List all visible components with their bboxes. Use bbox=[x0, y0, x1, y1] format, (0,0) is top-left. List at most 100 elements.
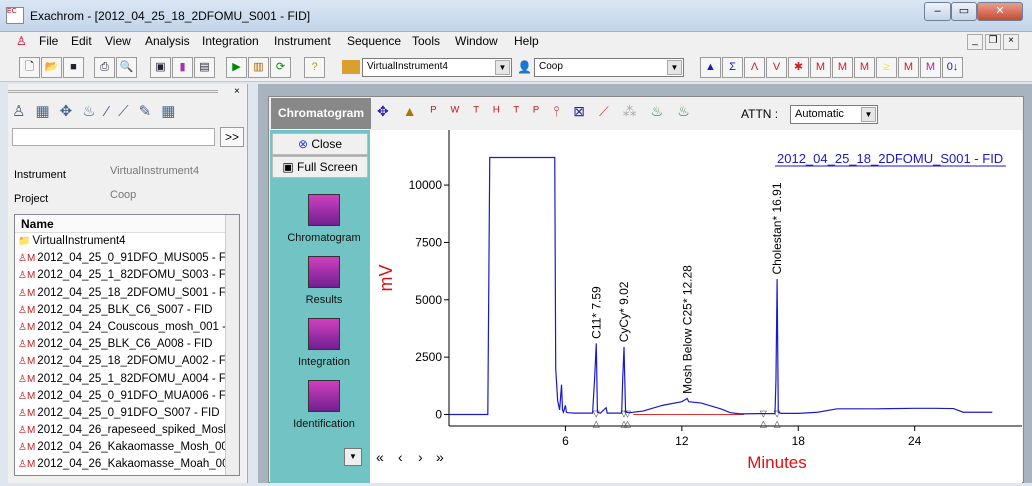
layout2-icon[interactable]: ▮ bbox=[172, 57, 193, 78]
peak-m3-icon[interactable]: M bbox=[854, 57, 875, 78]
user-icon: 👤 bbox=[517, 60, 532, 74]
nav-first-button[interactable]: « bbox=[376, 449, 384, 465]
chromatogram-file-icon: ♙M bbox=[18, 253, 36, 265]
list-item[interactable]: ♙M 2012_04_25_0_91DFO_MUA006 - FID bbox=[15, 388, 239, 405]
layout3-icon[interactable]: ▤ bbox=[194, 57, 215, 78]
mdi-close-button[interactable]: × bbox=[1003, 34, 1019, 50]
open-icon[interactable]: 📂 bbox=[41, 57, 62, 78]
run-icon[interactable]: ▶ bbox=[226, 57, 247, 78]
instrument-field[interactable]: VirtualInstrument4 bbox=[88, 162, 243, 181]
mdi-minimize-button[interactable]: _ bbox=[967, 34, 983, 50]
peak-label: C11* 7.59 bbox=[589, 286, 603, 339]
user-select[interactable]: Coop ▼ bbox=[534, 58, 684, 77]
list-item[interactable]: ♙M 2012_04_25_18_2DFOMU_S001 - FID bbox=[15, 285, 239, 302]
mdi-restore-button[interactable]: ❐ bbox=[985, 34, 1001, 50]
file-list[interactable]: Name 📁 VirtualInstrument4 ♙M 2012_04_25_0_9… bbox=[14, 214, 240, 476]
instrument-select[interactable]: VirtualInstrument4 ▼ bbox=[362, 58, 512, 77]
chromatogram-chart[interactable]: 6 12 18 24025005000750010000MinutesmV▽△▽△▽△… bbox=[370, 130, 1022, 483]
sum-icon[interactable]: Σ bbox=[722, 57, 743, 78]
baseline-icon[interactable]: ≥ bbox=[876, 57, 897, 78]
list-item[interactable]: ♙M 2012_04_25_BLK_C6_S007 - FID bbox=[15, 302, 239, 319]
list-item[interactable]: ♙M 2012_04_25_0_91DFO_MUS005 - FID bbox=[15, 250, 239, 267]
menu-bar: ♙ File Edit View Analysis Integration In… bbox=[0, 32, 1032, 52]
window-title: Exachrom - [2012_04_25_18_2DFOMU_S001 - … bbox=[30, 9, 311, 23]
report-icon[interactable]: ▥ bbox=[248, 57, 269, 78]
refresh-icon[interactable]: ⟳ bbox=[270, 57, 291, 78]
save-icon[interactable]: ■ bbox=[63, 57, 84, 78]
menu-file[interactable]: File bbox=[39, 34, 58, 48]
nav-next-button[interactable]: › bbox=[418, 449, 423, 465]
x-tick-label: 6 bbox=[562, 434, 569, 448]
menu-sequence[interactable]: Sequence bbox=[347, 34, 401, 48]
menu-edit[interactable]: Edit bbox=[71, 34, 92, 48]
project-field[interactable]: Coop bbox=[88, 186, 243, 205]
list-item[interactable]: ♙M 2012_04_26_Kakaomasse_Mosh_005. bbox=[15, 439, 239, 456]
list-item[interactable]: ♙M 2012_04_25_1_82DFOMU_S003 - FID bbox=[15, 267, 239, 284]
panel-grip[interactable] bbox=[8, 90, 218, 93]
menu-help[interactable]: Help bbox=[514, 34, 539, 48]
minimize-button[interactable]: – bbox=[924, 2, 951, 21]
flask-icon[interactable]: ▲ bbox=[700, 57, 721, 78]
nav-last-button[interactable]: » bbox=[436, 449, 444, 465]
print-icon[interactable]: ⎙ bbox=[94, 57, 115, 78]
peak-m5-icon[interactable]: M bbox=[920, 57, 941, 78]
peak-m1-icon[interactable]: M bbox=[810, 57, 831, 78]
nav-chromatogram[interactable]: Chromatogram bbox=[278, 194, 370, 244]
close-button[interactable]: ✕ bbox=[977, 2, 1023, 21]
menu-tools[interactable]: Tools bbox=[412, 34, 440, 48]
peak-m4-icon[interactable]: M bbox=[898, 57, 919, 78]
list-item[interactable]: ♙M 2012_04_26_Kakaomasse_Moah_004. bbox=[15, 456, 239, 473]
nav-identification[interactable]: Identification bbox=[278, 380, 370, 430]
menu-window[interactable]: Window bbox=[455, 34, 498, 48]
peak-ch4-icon[interactable]: Ʌ bbox=[744, 57, 765, 78]
valley-icon[interactable]: V bbox=[766, 57, 787, 78]
list-item-label: 2012_04_26_Kakaomasse_Mosh_005. bbox=[37, 441, 238, 454]
maximize-button[interactable]: ▭ bbox=[951, 2, 977, 21]
app-logo-icon: EC bbox=[6, 7, 24, 24]
list-item-label: 2012_04_25_1_82DFOMU_A004 - FID bbox=[37, 372, 238, 385]
new-icon[interactable]: 🗋 bbox=[19, 57, 40, 78]
menu-view[interactable]: View bbox=[105, 34, 131, 48]
attn-select[interactable]: Automatic ▼ bbox=[790, 105, 878, 124]
list-item[interactable]: ♙M 2012_04_25_18_2DFOMU_A002 - FID bbox=[15, 353, 239, 370]
sort-icon[interactable]: 0↓ bbox=[942, 57, 963, 78]
y-tick-label: 10000 bbox=[409, 178, 443, 192]
peak-end-marker: ▽ bbox=[760, 409, 767, 419]
list-header-name[interactable]: Name bbox=[15, 215, 239, 233]
go-button[interactable]: >> bbox=[220, 127, 244, 147]
help-icon[interactable]: ? bbox=[304, 57, 325, 78]
list-item[interactable]: 📁 VirtualInstrument4 bbox=[15, 233, 239, 250]
list-item[interactable]: ♙M 2012_04_25_BLK_C6_A008 - FID bbox=[15, 336, 239, 353]
peak-remove-icon[interactable]: ✱ bbox=[788, 57, 809, 78]
nav-prev-button[interactable]: ‹ bbox=[398, 449, 403, 465]
sidebar-more-button[interactable]: ▼ bbox=[344, 448, 362, 466]
nav-identification-label: Identification bbox=[293, 418, 355, 430]
x-axis-label: Minutes bbox=[747, 453, 807, 472]
menu-integration[interactable]: Integration bbox=[202, 34, 259, 48]
list-item[interactable]: ♙M 2012_04_25_0_91DFO_S007 - FID bbox=[15, 405, 239, 422]
app-menu-icon[interactable]: ♙ bbox=[16, 34, 27, 48]
list-scrollbar[interactable] bbox=[225, 215, 239, 475]
peak-m2-icon[interactable]: M bbox=[832, 57, 853, 78]
chromatogram-file-icon: ♙M bbox=[18, 339, 36, 351]
chromatogram-file-icon: ♙M bbox=[18, 321, 36, 333]
nav-results[interactable]: Results bbox=[278, 256, 370, 306]
layout1-icon[interactable]: ▣ bbox=[150, 57, 171, 78]
panel-close-icon[interactable]: × bbox=[234, 86, 240, 97]
print-preview-icon[interactable]: 🔍 bbox=[116, 57, 137, 78]
list-item[interactable]: ♙M 2012_04_25_1_82DFOMU_A004 - FID bbox=[15, 371, 239, 388]
menu-analysis[interactable]: Analysis bbox=[145, 34, 190, 48]
panel-toolbar-icons[interactable]: ♙▦✥♨⁄⟋✎▦ bbox=[12, 102, 185, 120]
list-item[interactable]: ♙M 2012_04_26_rapeseed_spiked_Mosh_. bbox=[15, 422, 239, 439]
chart-area[interactable]: 6 12 18 24 0 2500 5000 7500 10000 Minutes mV ▽ △ ▽ △ ▽ △… bbox=[370, 130, 1022, 483]
results-icon bbox=[308, 256, 340, 288]
nav-integration[interactable]: Integration bbox=[278, 318, 370, 368]
chart-tools-icons[interactable]: ✥▲ᴾᵂᵀᴴᵀᴾ⫯⊠⟋⁂♨♨ bbox=[377, 103, 704, 120]
search-input[interactable] bbox=[12, 128, 215, 146]
full-screen-button[interactable]: ▣ Full Screen bbox=[272, 156, 368, 178]
close-view-button[interactable]: ⊗ Close bbox=[272, 133, 368, 155]
tab-chromatogram[interactable]: Chromatogram bbox=[271, 98, 371, 129]
list-item[interactable]: ♙M 2012_04_24_Couscous_mosh_001 - FI bbox=[15, 319, 239, 336]
close-circle-icon: ⊗ bbox=[297, 137, 312, 151]
menu-instrument[interactable]: Instrument bbox=[274, 34, 331, 48]
